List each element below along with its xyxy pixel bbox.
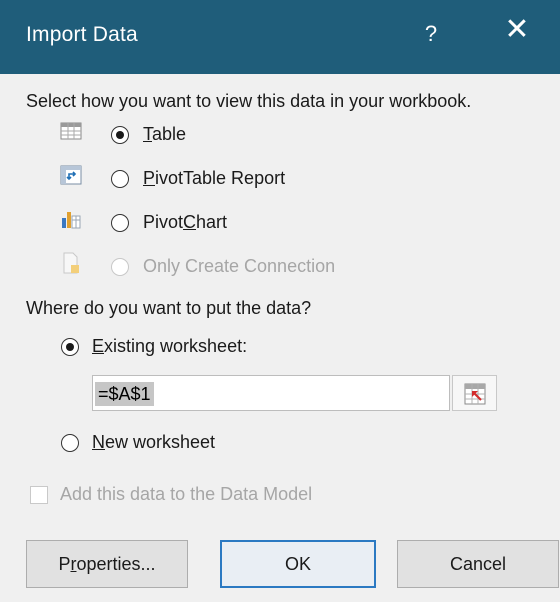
location-prompt: Where do you want to put the data? xyxy=(26,298,312,318)
option-table-label[interactable]: Table xyxy=(143,124,186,145)
radio-new-worksheet[interactable] xyxy=(61,434,79,452)
radio-pivotchart[interactable] xyxy=(111,214,129,232)
range-input[interactable]: =$A$1 xyxy=(92,375,450,411)
dialog-titlebar: Import Data ? ✕ xyxy=(0,0,560,74)
pivottable-icon xyxy=(60,165,82,185)
range-picker-button[interactable] xyxy=(452,375,497,411)
data-model-checkbox[interactable] xyxy=(30,486,48,504)
pivotchart-icon xyxy=(62,212,81,229)
connection-icon xyxy=(63,252,79,274)
ok-button[interactable]: OK xyxy=(220,540,376,588)
table-icon xyxy=(60,122,82,140)
option-only-connection-label: Only Create Connection xyxy=(143,256,336,276)
radio-existing-worksheet[interactable] xyxy=(61,338,79,356)
view-prompt: Select how you want to view this data in… xyxy=(26,91,472,111)
dialog-body: Select how you want to view this data in… xyxy=(0,74,560,602)
range-select-icon xyxy=(464,383,486,405)
properties-button[interactable]: Pr operties... xyxy=(26,540,188,588)
range-value: =$A$1 xyxy=(95,382,154,406)
cancel-button[interactable]: Cancel xyxy=(397,540,559,588)
option-pivottable-label[interactable]: PivotTable Report xyxy=(143,168,285,189)
radio-only-connection[interactable] xyxy=(111,258,129,276)
existing-worksheet-label[interactable]: Existing worksheet: xyxy=(92,336,247,357)
dialog-title: Import Data xyxy=(26,23,138,46)
radio-table[interactable] xyxy=(111,126,129,144)
radio-pivottable[interactable] xyxy=(111,170,129,188)
help-button[interactable]: ? xyxy=(419,21,443,47)
data-model-label: Add this data to the Data Model xyxy=(60,484,313,504)
option-pivotchart-label[interactable]: PivotChart xyxy=(143,212,227,233)
close-button[interactable]: ✕ xyxy=(502,15,532,45)
new-worksheet-label[interactable]: New worksheet xyxy=(92,432,215,453)
